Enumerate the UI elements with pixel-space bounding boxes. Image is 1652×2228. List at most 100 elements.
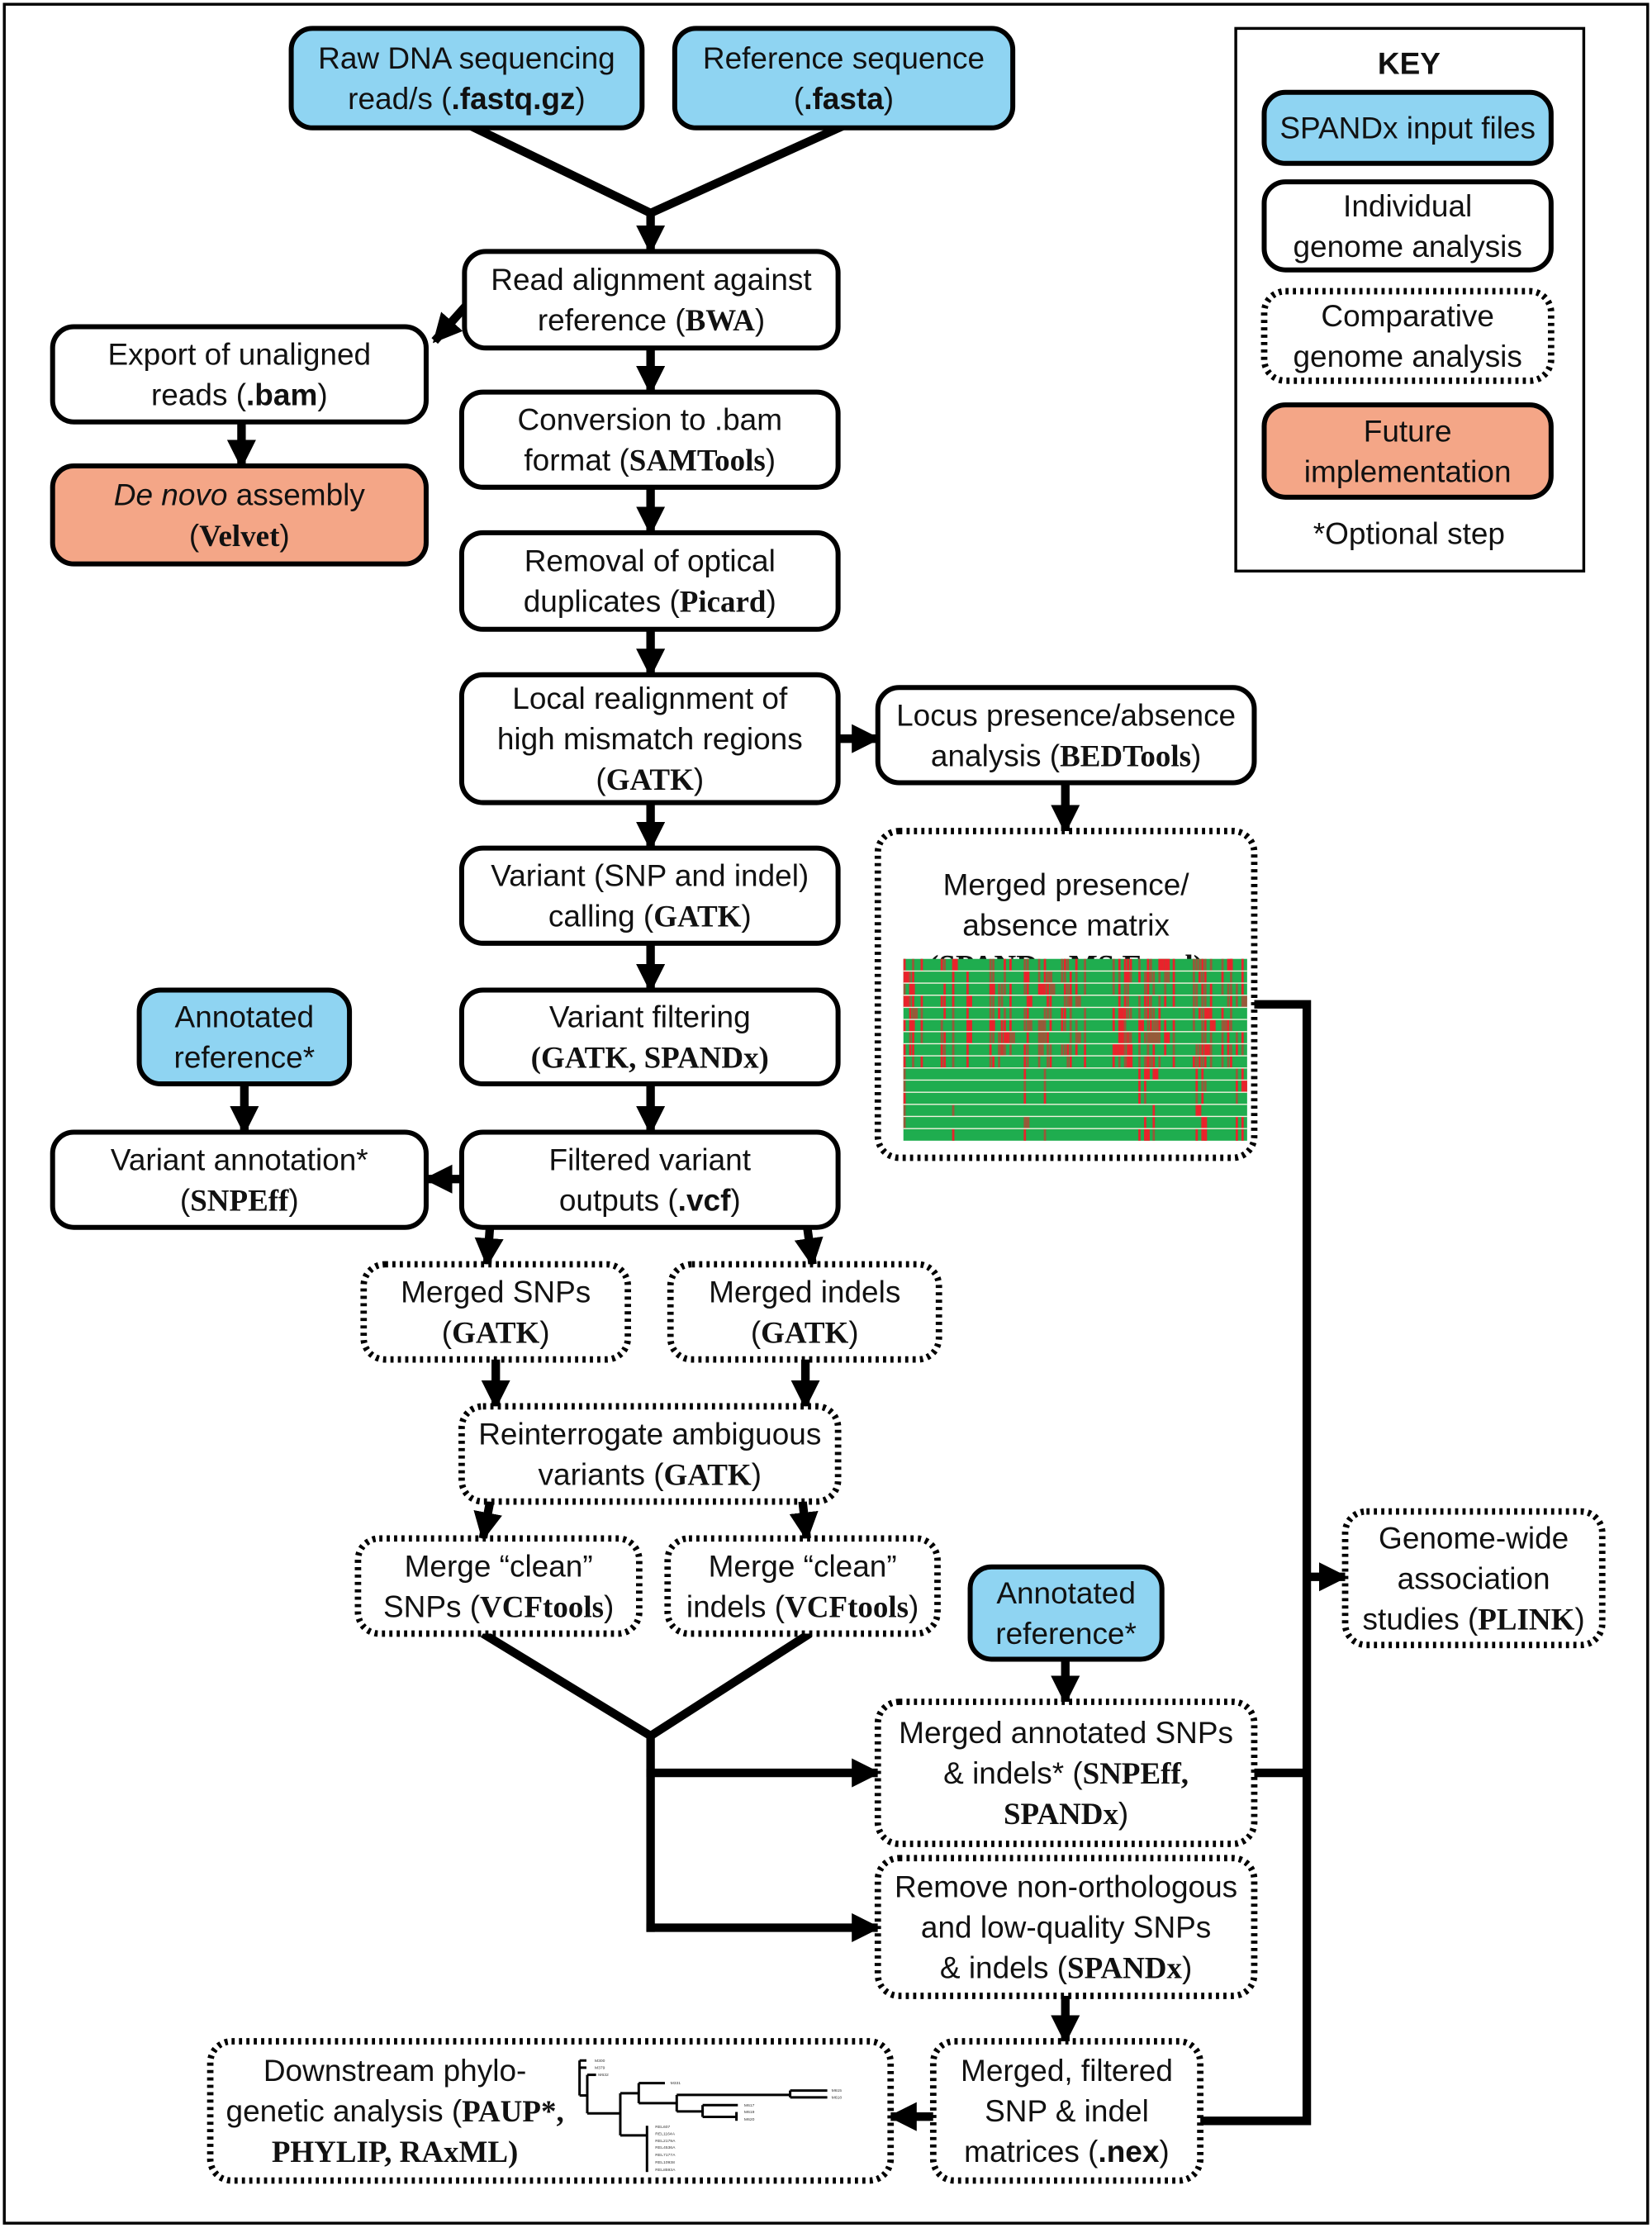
heatmap-cell (1063, 1007, 1066, 1020)
heatmap-cell (1069, 1056, 1072, 1068)
node-raw-text: .fastq.gz (451, 82, 575, 116)
node-ref-text: ) (884, 82, 894, 116)
node-mfilt-text: matrices ( (964, 2135, 1099, 2169)
heatmap-cell (1158, 1007, 1161, 1020)
heatmap-cell (1047, 995, 1049, 1008)
node-mfilt-text-line: Merged, filtered (961, 2054, 1173, 2088)
heatmap-cell (1023, 971, 1030, 984)
key-item-label: Future (1364, 414, 1452, 448)
heatmap-cell (1144, 1031, 1146, 1044)
key-item-input: SPANDx input files (1261, 89, 1554, 166)
heatmap-cell (1152, 983, 1156, 995)
heatmap-cell (1158, 958, 1165, 971)
heatmap-cell (952, 1007, 955, 1020)
node-realign-text: ( (596, 762, 606, 796)
heatmap-cell (966, 983, 969, 995)
node-msnps-text: ( (442, 1315, 453, 1349)
heatmap-cell (966, 1056, 969, 1068)
heatmap-cell (1152, 1019, 1159, 1032)
heatmap-cell (1112, 1056, 1115, 1068)
node-msnps: Merged SNPs (GATK) (360, 1261, 631, 1363)
heatmap-cell (1235, 1080, 1238, 1093)
presence-absence-heatmap (903, 958, 1247, 1141)
heatmap-cell (1195, 1104, 1202, 1117)
heatmap-cell (1075, 1031, 1081, 1044)
heatmap-cell (1063, 983, 1066, 995)
heatmap-cell (1235, 1092, 1238, 1104)
node-bwa-text-line: reference (BWA) (538, 303, 765, 337)
key-item-future: Future implementation (1261, 402, 1554, 500)
heatmap-cell (912, 958, 914, 971)
heatmap-cell (1009, 958, 1012, 971)
heatmap-cell (1149, 1019, 1152, 1032)
heatmap-cell (1026, 1031, 1029, 1044)
node-mannot-text-line: SPANDx) (1004, 1797, 1128, 1831)
heatmap-cell (903, 1104, 906, 1117)
heatmap-cell (912, 1007, 919, 1020)
node-filtering: Variant filtering (GATK, SPANDx) (458, 987, 841, 1087)
heatmap-cell (920, 1056, 923, 1068)
heatmap-cell (989, 1007, 992, 1020)
heatmap-cell (1075, 1019, 1078, 1032)
heatmap-cell (1112, 1019, 1115, 1032)
key-legend: KEY SPANDx input files Individual genome an… (1234, 26, 1586, 572)
node-cindels-text: ) (909, 1589, 919, 1623)
heatmap-cell (1084, 1007, 1086, 1020)
node-raw: Raw DNA sequencing read/s (.fastq.gz) (288, 26, 645, 131)
node-down-text: PAUP*, (462, 2094, 564, 2128)
heatmap-cell (1069, 1007, 1072, 1020)
heatmap-cell (1235, 1031, 1238, 1044)
heatmap-cell (1221, 1056, 1224, 1068)
heatmap-cell (1037, 971, 1041, 984)
node-mannot-text-line: Merged annotated SNPs (899, 1716, 1233, 1750)
heatmap-cell (966, 1019, 972, 1032)
node-csnps-text: SNPs ( (383, 1589, 481, 1623)
key-item-label: genome analysis (1293, 230, 1521, 264)
heatmap-cell (989, 995, 992, 1008)
node-bedtools-text: analysis ( (931, 739, 1061, 772)
heatmap-cell (943, 1056, 947, 1068)
node-msnps-text: Merged SNPs (401, 1275, 591, 1309)
heatmap-cell (1201, 958, 1204, 971)
heatmap-cell (909, 1031, 912, 1044)
heatmap-cell (1230, 1056, 1232, 1068)
node-filtered-text-line: outputs (.vcf) (559, 1184, 741, 1218)
node-samtools-text-line: format (SAMTools) (524, 444, 776, 477)
heatmap-cell (1069, 995, 1072, 1008)
heatmap-cell (1118, 1031, 1124, 1044)
heatmap-cell (1221, 983, 1224, 995)
heatmap-cell (940, 1019, 943, 1032)
heatmap-cell (1230, 971, 1232, 984)
heatmap-cell (1009, 995, 1012, 1008)
node-picard-text: Removal of optical (525, 544, 776, 578)
node-down: Downstream phylo-genetic analysis (PAUP*… (206, 2038, 895, 2184)
heatmap-cell (1066, 1043, 1070, 1057)
node-csnps-text-line: Merge “clean” (405, 1549, 593, 1583)
heatmap-cell (992, 1031, 995, 1044)
node-raw-text: Raw DNA sequencing (318, 41, 615, 75)
node-realign-text-line: high mismatch regions (497, 722, 803, 756)
heatmap-cell (1198, 1043, 1201, 1057)
heatmap-cell (1023, 958, 1027, 971)
node-filtered-text: ) (730, 1184, 740, 1218)
heatmap-cell (1112, 1007, 1115, 1020)
heatmap-cell (1004, 971, 1006, 984)
heatmap-cell (1144, 1007, 1146, 1020)
node-raw-text: read/s ( (348, 82, 452, 116)
heatmap-cell (1123, 1019, 1127, 1032)
node-msnps-text-line: (GATK) (442, 1315, 550, 1349)
heatmap-cell (909, 983, 915, 995)
heatmap-cell (1158, 1031, 1161, 1044)
heatmap-cell (1195, 995, 1199, 1008)
node-ref: Reference sequence (.fasta) (672, 26, 1016, 131)
heatmap-cell (1123, 1007, 1127, 1020)
node-gwas-text: studies ( (1363, 1602, 1479, 1636)
node-annref2: Annotated reference* (967, 1564, 1165, 1662)
heatmap-cell (1118, 971, 1121, 984)
heatmap-cell (920, 995, 923, 1008)
node-filtering-text: (GATK, SPANDx) (531, 1041, 769, 1076)
heatmap-cell (1235, 1128, 1238, 1141)
heatmap-cell (1009, 983, 1012, 995)
node-remove: Remove non-orthologous and low-quality SN… (874, 1855, 1258, 1999)
heatmap-cell (1158, 995, 1161, 1008)
